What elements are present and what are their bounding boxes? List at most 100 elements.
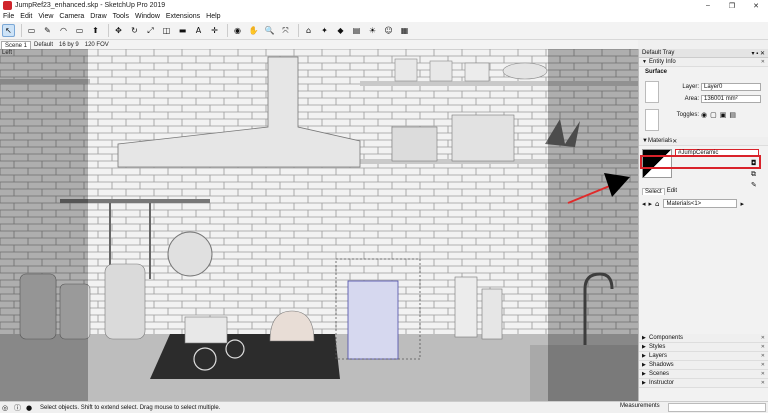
- visibility-toggle-icon[interactable]: ◉: [701, 111, 707, 119]
- menu-draw[interactable]: Draw: [90, 13, 106, 20]
- shadow-icon[interactable]: ☀: [366, 24, 379, 37]
- close-icon[interactable]: ✕: [761, 371, 765, 377]
- entity-info-title: Entity Info: [649, 59, 676, 65]
- toggles-label: Toggles:: [676, 112, 699, 118]
- main-toolbar: ↖ ▭ ✎ ◠ ▭ ⬆ ✥ ↻ ⤢ ◫ ▬ A ✛ ◉ ✋ 🔍 ⤧ ⌂ ✦ ◆ ▤ ☀ ☺ ▦: [0, 22, 768, 40]
- tab-scene-1[interactable]: Scene 1: [1, 41, 32, 49]
- axes-icon[interactable]: ✛: [208, 24, 221, 37]
- credits-icon[interactable]: ⓘ: [14, 403, 24, 412]
- toolbar-separator: [108, 24, 109, 37]
- details-arrow-icon[interactable]: ▸: [740, 200, 744, 208]
- tray-title: Default Tray: [642, 50, 675, 56]
- toggles-row: Toggles: ◉ ▢ ▣ ▤: [663, 111, 736, 119]
- close-icon[interactable]: ✕: [761, 362, 765, 368]
- geo-location-icon[interactable]: ◎: [2, 403, 12, 412]
- styles-title: Styles: [649, 344, 666, 350]
- pushpull-icon[interactable]: ⬆: [89, 24, 102, 37]
- tab-default[interactable]: Default: [31, 41, 56, 49]
- instructor-header[interactable]: ▶ Instructor ✕: [639, 379, 768, 388]
- materials-collection-select[interactable]: Materials<1>: [663, 199, 738, 208]
- layers-header[interactable]: ▶ Layers ✕: [639, 352, 768, 361]
- front-face-swatch[interactable]: [645, 81, 659, 103]
- menu-file[interactable]: File: [3, 13, 14, 20]
- back-arrow-icon[interactable]: ◂: [642, 200, 646, 208]
- offset-icon[interactable]: ◫: [160, 24, 173, 37]
- scenes-title: Scenes: [649, 371, 670, 377]
- materials-title: Materials: [647, 138, 673, 144]
- close-icon[interactable]: ✕: [672, 138, 677, 145]
- window-controls: – ❐ ✕: [696, 2, 768, 10]
- tab-select[interactable]: Select: [642, 188, 665, 195]
- back-face-swatch[interactable]: [645, 109, 659, 131]
- forward-arrow-icon[interactable]: ▸: [649, 200, 653, 208]
- close-icon[interactable]: ✕: [761, 59, 765, 65]
- shadows-header[interactable]: ▶ Shadows ✕: [639, 361, 768, 370]
- components-header[interactable]: ▶ Components ✕: [639, 334, 768, 343]
- maximize-button[interactable]: ❐: [720, 2, 744, 10]
- pencil-icon[interactable]: ✎: [41, 24, 54, 37]
- expand-arrow-icon: ▶: [642, 353, 646, 359]
- eraser-icon[interactable]: ▭: [25, 24, 38, 37]
- cast-shadows-icon[interactable]: ▣: [720, 111, 727, 119]
- move-icon[interactable]: ✥: [112, 24, 125, 37]
- materials-nav: ◂ ▸ ⌂ Materials<1> ▸: [642, 199, 744, 208]
- account-icon[interactable]: ☺: [382, 24, 395, 37]
- close-icon[interactable]: ✕: [761, 380, 765, 386]
- pan-icon[interactable]: ✋: [247, 24, 260, 37]
- menu-tools[interactable]: Tools: [113, 13, 129, 20]
- warehouse-icon[interactable]: ⌂: [302, 24, 315, 37]
- layers-icon[interactable]: ▤: [350, 24, 363, 37]
- close-icon[interactable]: ✕: [761, 344, 765, 350]
- measurements-input[interactable]: [668, 403, 766, 412]
- entity-info-header[interactable]: ▼ Entity Info ✕: [639, 58, 768, 67]
- menu-view[interactable]: View: [38, 13, 53, 20]
- close-icon[interactable]: ✕: [761, 353, 765, 359]
- menu-window[interactable]: Window: [135, 13, 160, 20]
- tab-16-by-9[interactable]: 16 by 9: [56, 41, 82, 49]
- close-icon[interactable]: ✕: [761, 335, 765, 341]
- scale-icon[interactable]: ⤢: [144, 24, 157, 37]
- receive-shadows-icon[interactable]: ▢: [710, 111, 717, 119]
- scenes-header[interactable]: ▶ Scenes ✕: [639, 370, 768, 379]
- minimize-button[interactable]: –: [696, 2, 720, 10]
- rotate-icon[interactable]: ↻: [128, 24, 141, 37]
- model-viewport[interactable]: Left: [0, 49, 638, 401]
- expand-arrow-icon: ▶: [642, 362, 646, 368]
- menu-camera[interactable]: Camera: [59, 13, 84, 20]
- scenes-icon[interactable]: ▦: [398, 24, 411, 37]
- home-icon[interactable]: ⌂: [655, 200, 659, 208]
- layer-row: Layer: Layer0: [663, 83, 761, 91]
- extension-icon[interactable]: ✦: [318, 24, 331, 37]
- toolbar-separator: [227, 24, 228, 37]
- tray-controls[interactable]: ▾ ▪ ✕: [752, 50, 766, 57]
- tab-edit[interactable]: Edit: [665, 188, 679, 195]
- orbit-icon[interactable]: ◉: [231, 24, 244, 37]
- text-icon[interactable]: A: [192, 24, 205, 37]
- menu-extensions[interactable]: Extensions: [166, 13, 200, 20]
- select-icon[interactable]: ↖: [2, 24, 15, 37]
- window-title: JumpRef23_enhanced.skp - SketchUp Pro 20…: [15, 2, 166, 9]
- menu-edit[interactable]: Edit: [20, 13, 32, 20]
- tape-icon[interactable]: ▬: [176, 24, 189, 37]
- styles-icon[interactable]: ◆: [334, 24, 347, 37]
- zoom-icon[interactable]: 🔍: [263, 24, 276, 37]
- close-button[interactable]: ✕: [744, 2, 768, 10]
- materials-header[interactable]: ▼ Materials ✕: [639, 137, 768, 146]
- expand-arrow-icon: ▶: [642, 344, 646, 350]
- menu-help[interactable]: Help: [206, 13, 220, 20]
- styles-header[interactable]: ▶ Styles ✕: [639, 343, 768, 352]
- lock-toggle-icon[interactable]: ▤: [729, 111, 736, 119]
- kitchen-model-render: [0, 49, 638, 401]
- arc-icon[interactable]: ◠: [57, 24, 70, 37]
- tray-header: Default Tray ▾ ▪ ✕: [639, 49, 768, 58]
- expand-arrow-icon: ▶: [642, 335, 646, 341]
- account-icon[interactable]: ●: [26, 403, 36, 412]
- shape-icon[interactable]: ▭: [73, 24, 86, 37]
- sample-paint-icon[interactable]: ✎: [751, 181, 757, 189]
- zoom-extents-icon[interactable]: ⤧: [279, 24, 292, 37]
- title-bar: JumpRef23_enhanced.skp - SketchUp Pro 20…: [0, 0, 768, 11]
- tab-120-fov[interactable]: 120 FOV: [82, 41, 112, 49]
- create-material-icon[interactable]: ⧉: [751, 170, 756, 179]
- measurements-label: Measurements: [620, 403, 660, 409]
- layer-select[interactable]: Layer0: [701, 83, 761, 91]
